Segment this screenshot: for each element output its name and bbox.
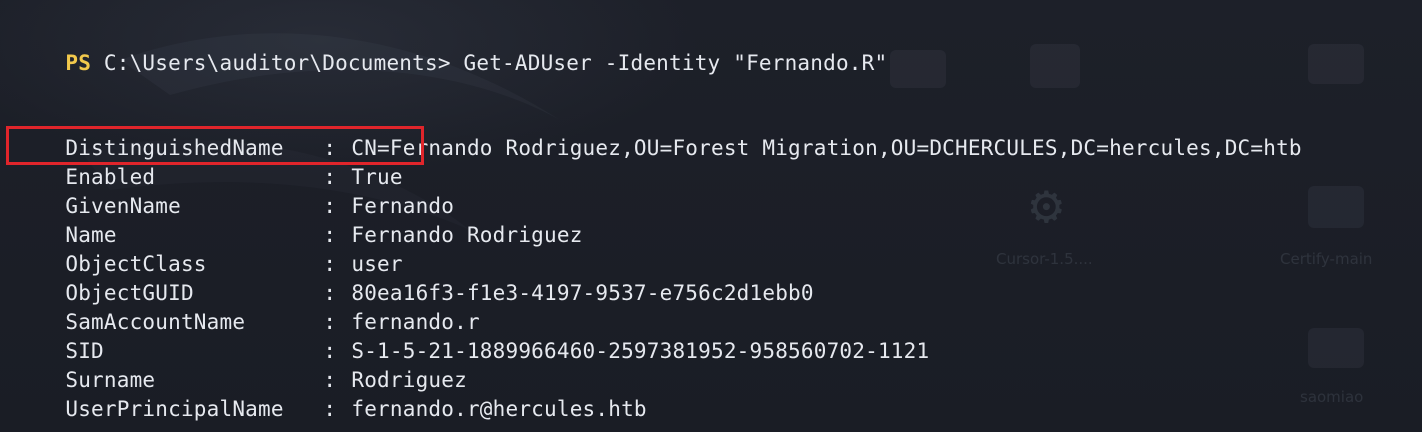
enabled-highlight-box — [6, 126, 424, 165]
desktop-folder-icon — [890, 50, 946, 88]
output-row: Name: Fernando Rodriguez — [14, 192, 583, 247]
property-value: CN=Fernando Rodriguez,OU=Forest Migratio… — [351, 136, 1302, 160]
desktop-gear-icon: ⚙ — [1030, 173, 1063, 236]
output-row: UserPrincipalName: fernando.r@hercules.ht… — [14, 366, 647, 421]
output-row: ObjectClass: user — [14, 221, 403, 276]
property-value: fernando.r@hercules.htb — [351, 397, 647, 421]
desktop-icon-label: Certify-main — [1280, 250, 1373, 268]
output-row: ObjectGUID:80ea16f3-f1e3-4197-9537-e756c… — [14, 250, 814, 305]
output-row: GivenName: Fernando — [14, 163, 454, 218]
output-row: SamAccountName: fernando.r — [14, 279, 480, 334]
terminal-window[interactable]: ⚙ Cursor-1.5.... Certify-main saomiao PS… — [0, 0, 1422, 432]
desktop-folder-icon — [1030, 44, 1080, 88]
output-row: SID: S-1-5-21-1889966460-2597381952-95856… — [14, 308, 929, 363]
property-separator: : — [323, 397, 337, 421]
desktop-folder-icon — [1308, 44, 1364, 84]
prompt-line: PS C:\Users\auditor\Documents> Get-ADUse… — [14, 20, 887, 75]
desktop-folder-icon — [1308, 328, 1364, 368]
prompt-ps-label: PS — [65, 51, 92, 75]
desktop-icon-label: Cursor-1.5.... — [996, 250, 1093, 268]
command-text: Get-ADUser -Identity "Fernando.R" — [463, 51, 888, 75]
desktop-folder-icon — [1308, 186, 1364, 228]
prompt-path: C:\Users\auditor\Documents> — [103, 51, 451, 75]
desktop-icon-label: saomiao — [1300, 388, 1364, 406]
output-row: Surname: Rodriguez — [14, 337, 467, 392]
property-name: UserPrincipalName — [65, 397, 284, 421]
